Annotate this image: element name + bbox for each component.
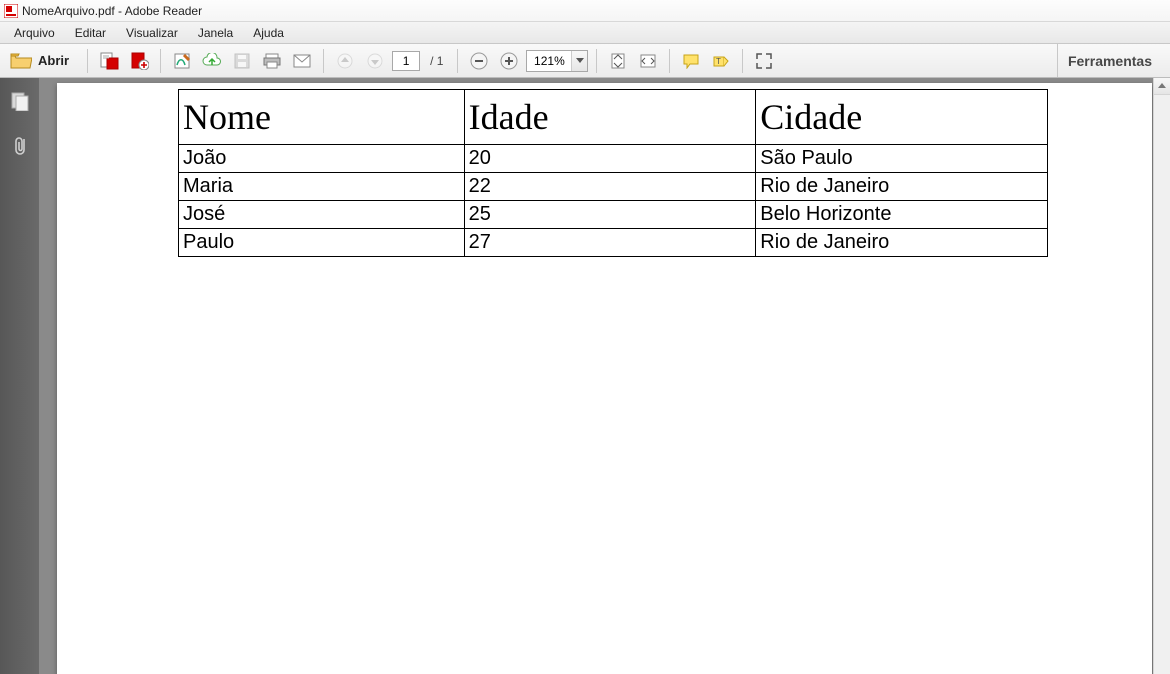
- table-row: José 25 Belo Horizonte: [179, 201, 1048, 229]
- svg-text:T: T: [716, 57, 721, 66]
- create-pdf-icon: [129, 52, 149, 70]
- table-row: Paulo 27 Rio de Janeiro: [179, 229, 1048, 257]
- thumbnails-icon: [10, 91, 30, 111]
- pdf-app-icon: [4, 4, 18, 18]
- menu-editar[interactable]: Editar: [67, 24, 114, 42]
- cell: 22: [464, 173, 756, 201]
- content-table: Nome Idade Cidade João 20 São Paulo Mari…: [178, 89, 1048, 257]
- tools-panel-button[interactable]: Ferramentas: [1057, 44, 1164, 77]
- export-pdf-button[interactable]: [96, 48, 122, 74]
- menubar: Arquivo Editar Visualizar Janela Ajuda: [0, 22, 1170, 44]
- cell: Belo Horizonte: [756, 201, 1048, 229]
- toolbar: Abrir: [0, 44, 1170, 78]
- fit-width-icon: [639, 52, 657, 70]
- read-mode-button[interactable]: [751, 48, 777, 74]
- col-cidade-header: Cidade: [756, 90, 1048, 145]
- zoom-dropdown-button[interactable]: [571, 51, 587, 71]
- nav-sidebar: [0, 78, 39, 674]
- minus-icon: [470, 52, 488, 70]
- tools-label: Ferramentas: [1068, 53, 1152, 69]
- table-header-row: Nome Idade Cidade: [179, 90, 1048, 145]
- menu-arquivo[interactable]: Arquivo: [6, 24, 63, 42]
- menu-visualizar[interactable]: Visualizar: [118, 24, 186, 42]
- zoom-in-button[interactable]: [496, 48, 522, 74]
- highlight-button[interactable]: T: [708, 48, 734, 74]
- cell: José: [179, 201, 465, 229]
- cell: 25: [464, 201, 756, 229]
- scroll-up-button[interactable]: [1154, 78, 1170, 95]
- paperclip-icon: [11, 134, 29, 156]
- table-row: Maria 22 Rio de Janeiro: [179, 173, 1048, 201]
- menu-janela[interactable]: Janela: [190, 24, 241, 42]
- upload-button[interactable]: [199, 48, 225, 74]
- sign-icon: [173, 52, 191, 70]
- expand-icon: [756, 53, 772, 69]
- email-button[interactable]: [289, 48, 315, 74]
- comment-button[interactable]: [678, 48, 704, 74]
- chevron-up-icon: [1158, 83, 1166, 89]
- separator: [669, 49, 670, 73]
- separator: [742, 49, 743, 73]
- thumbnails-button[interactable]: [7, 88, 33, 114]
- cell: São Paulo: [756, 145, 1048, 173]
- window-title: NomeArquivo.pdf - Adobe Reader: [22, 4, 202, 18]
- page-down-button[interactable]: [362, 48, 388, 74]
- fit-page-icon: [609, 52, 627, 70]
- cell: 20: [464, 145, 756, 173]
- speech-bubble-icon: [682, 53, 700, 69]
- separator: [87, 49, 88, 73]
- separator: [457, 49, 458, 73]
- export-pdf-icon: [99, 52, 119, 70]
- menu-ajuda[interactable]: Ajuda: [245, 24, 292, 42]
- attachments-button[interactable]: [7, 132, 33, 158]
- cell: João: [179, 145, 465, 173]
- col-idade-header: Idade: [464, 90, 756, 145]
- cell: Maria: [179, 173, 465, 201]
- cell: 27: [464, 229, 756, 257]
- zoom-input[interactable]: [527, 51, 571, 71]
- col-nome-header: Nome: [179, 90, 465, 145]
- cell: Rio de Janeiro: [756, 173, 1048, 201]
- highlight-icon: T: [712, 53, 730, 69]
- workarea: Nome Idade Cidade João 20 São Paulo Mari…: [0, 78, 1170, 674]
- pdf-page: Nome Idade Cidade João 20 São Paulo Mari…: [57, 83, 1152, 674]
- create-pdf-button[interactable]: [126, 48, 152, 74]
- folder-open-icon: [10, 52, 32, 70]
- arrow-up-icon: [337, 53, 353, 69]
- zoom-out-button[interactable]: [466, 48, 492, 74]
- table-row: João 20 São Paulo: [179, 145, 1048, 173]
- zoom-select[interactable]: [526, 50, 588, 72]
- sign-button[interactable]: [169, 48, 195, 74]
- floppy-icon: [234, 53, 250, 69]
- cloud-upload-icon: [202, 53, 222, 69]
- fit-page-button[interactable]: [605, 48, 631, 74]
- arrow-down-icon: [367, 53, 383, 69]
- printer-icon: [263, 53, 281, 69]
- titlebar: NomeArquivo.pdf - Adobe Reader: [0, 0, 1170, 22]
- page-total-label: / 1: [424, 54, 449, 68]
- document-viewport[interactable]: Nome Idade Cidade João 20 São Paulo Mari…: [39, 78, 1170, 674]
- open-button-label: Abrir: [38, 53, 69, 68]
- separator: [596, 49, 597, 73]
- plus-icon: [500, 52, 518, 70]
- save-button[interactable]: [229, 48, 255, 74]
- cell: Paulo: [179, 229, 465, 257]
- print-button[interactable]: [259, 48, 285, 74]
- envelope-icon: [293, 54, 311, 68]
- page-number-input[interactable]: [392, 51, 420, 71]
- fit-width-button[interactable]: [635, 48, 661, 74]
- page-up-button[interactable]: [332, 48, 358, 74]
- separator: [323, 49, 324, 73]
- cell: Rio de Janeiro: [756, 229, 1048, 257]
- vertical-scrollbar[interactable]: [1153, 78, 1170, 674]
- chevron-down-icon: [576, 58, 584, 64]
- open-button[interactable]: Abrir: [6, 48, 79, 74]
- separator: [160, 49, 161, 73]
